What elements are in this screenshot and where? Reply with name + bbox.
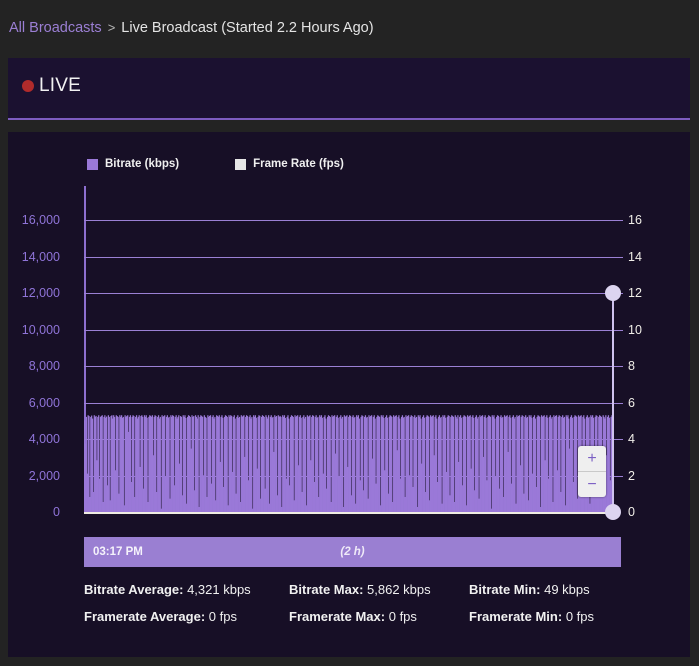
tick-mark [614, 256, 623, 258]
tick-mark [614, 439, 623, 440]
zoom-controls[interactable]: + − [578, 446, 606, 497]
y-axis-tick-right: 10 [628, 322, 642, 337]
y-axis-tick-right: 6 [628, 395, 635, 410]
zoom-out-button[interactable]: − [578, 472, 606, 497]
stat-bitrate-max: Bitrate Max: 5,862 kbps [289, 582, 469, 597]
tick-mark [614, 402, 623, 404]
stat-bitrate-average: Bitrate Average: 4,321 kbps [84, 582, 289, 597]
stat-value: 5,862 kbps [363, 582, 431, 597]
live-status-label: LIVE [39, 75, 81, 96]
stat-value: 49 kbps [540, 582, 590, 597]
range-slider-track[interactable] [612, 293, 614, 512]
stats-row-framerate: Framerate Average: 0 fps Framerate Max: … [84, 609, 684, 624]
stat-value: 4,321 kbps [183, 582, 251, 597]
stat-label: Framerate Min: [469, 609, 563, 624]
y-axis-tick-left: 4,000 [28, 432, 60, 446]
stat-framerate-average: Framerate Average: 0 fps [84, 609, 289, 624]
y-axis-tick-right: 8 [628, 359, 635, 373]
timeline-duration-label: (2 h) [340, 546, 365, 558]
breadcrumb: All Broadcasts > Live Broadcast (Started… [0, 0, 699, 55]
y-axis-tick-left: 2,000 [28, 468, 60, 483]
range-slider-handle-top[interactable] [605, 285, 621, 301]
stats-row-bitrate: Bitrate Average: 4,321 kbps Bitrate Max:… [84, 582, 684, 597]
breadcrumb-current: Live Broadcast (Started 2.2 Hours Ago) [121, 19, 374, 36]
stat-framerate-min: Framerate Min: 0 fps [469, 609, 594, 624]
stat-label: Framerate Max: [289, 609, 386, 624]
live-dot-icon [22, 80, 34, 92]
y-axis-tick-left: 14,000 [21, 249, 60, 264]
y-axis-tick-left: 6,000 [28, 395, 60, 410]
stat-label: Bitrate Average: [84, 582, 184, 597]
stat-value: 0 fps [205, 609, 237, 624]
stat-label: Framerate Average: [84, 609, 206, 624]
y-axis-tick-left: 10,000 [21, 322, 60, 337]
range-slider-handle-bottom[interactable] [605, 504, 621, 520]
timeline-start-label: 03:17 PM [93, 546, 143, 558]
y-axis-tick-right: 0 [628, 505, 635, 519]
stat-label: Bitrate Max: [289, 582, 364, 597]
y-axis-tick-left: 16,000 [21, 213, 60, 227]
stat-bitrate-min: Bitrate Min: 49 kbps [469, 582, 590, 597]
live-status-card: LIVE [8, 58, 690, 120]
stat-framerate-max: Framerate Max: 0 fps [289, 609, 469, 624]
stat-value: 0 fps [385, 609, 417, 624]
zoom-in-button[interactable]: + [578, 446, 606, 472]
live-status-badge: LIVE [22, 75, 81, 97]
y-axis-tick-right: 14 [628, 249, 642, 264]
y-axis-tick-left: 0 [53, 505, 60, 519]
stat-value: 0 fps [562, 609, 594, 624]
y-axis-tick-right: 16 [628, 213, 642, 227]
tick-mark [614, 366, 623, 367]
y-axis-tick-right: 4 [628, 432, 635, 446]
timeline-scrubber[interactable]: (2 h) 03:17 PM [84, 537, 621, 567]
y-axis-tick-left: 8,000 [28, 359, 60, 373]
y-axis-tick-left: 12,000 [21, 286, 60, 300]
chart-baseline [84, 512, 614, 514]
breadcrumb-link-all-broadcasts[interactable]: All Broadcasts [9, 20, 102, 36]
tick-mark [614, 220, 623, 221]
tick-mark [614, 475, 623, 477]
tick-mark [614, 329, 623, 331]
broadcast-stats: Bitrate Average: 4,321 kbps Bitrate Max:… [84, 582, 684, 636]
broadcast-chart-card: Bitrate (kbps) Frame Rate (fps) 0 0 2,000 2… [8, 132, 690, 657]
y-axis-tick-right: 12 [628, 286, 642, 300]
bitrate-bars [84, 415, 614, 512]
chart-plot[interactable]: 0 0 2,000 2 4,000 4 6,000 6 8,000 8 10,000 10 12,000… [8, 132, 690, 657]
breadcrumb-separator: > [107, 20, 116, 35]
y-axis-tick-right: 2 [628, 468, 635, 483]
stat-label: Bitrate Min: [469, 582, 541, 597]
